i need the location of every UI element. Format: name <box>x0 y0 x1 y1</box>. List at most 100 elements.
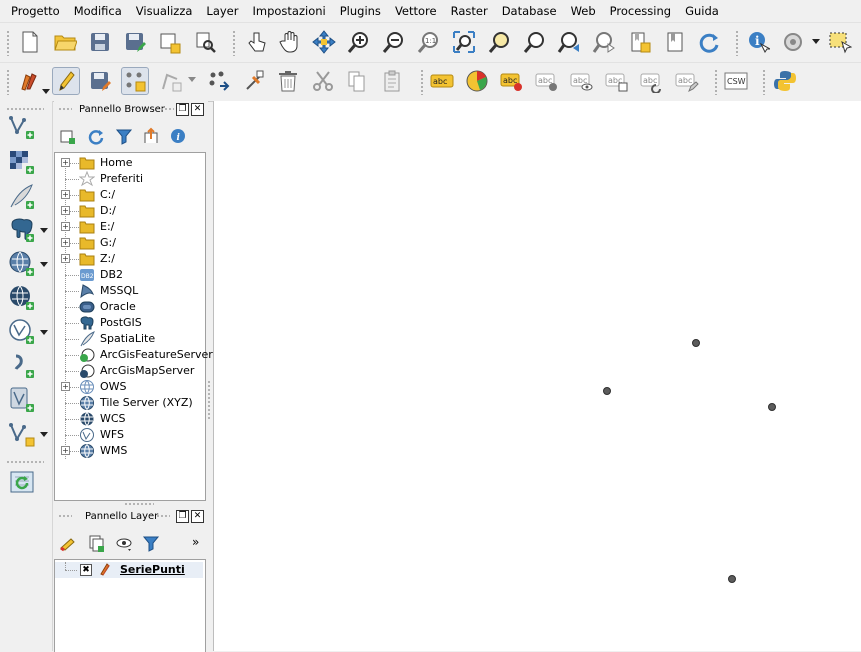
tree-item-c[interactable]: + C:/ <box>55 187 203 203</box>
menu-processing[interactable]: Processing <box>603 0 678 22</box>
menu-progetto[interactable]: Progetto <box>0 0 67 22</box>
move-label-icon[interactable]: abc <box>603 67 631 95</box>
menu-modifica[interactable]: Modifica <box>67 0 129 22</box>
save-as-icon[interactable] <box>121 28 149 56</box>
tree-item-wfs[interactable]: WFS <box>55 427 203 443</box>
save-project-icon[interactable] <box>86 28 114 56</box>
vertex-dropdown-arrow[interactable] <box>188 77 196 82</box>
add-selected-icon[interactable] <box>58 126 78 146</box>
expand-icon[interactable]: + <box>61 206 70 215</box>
menu-visualizza[interactable]: Visualizza <box>129 0 200 22</box>
expand-icon[interactable]: + <box>61 382 70 391</box>
toggle-editing-icon[interactable] <box>52 67 80 95</box>
menu-impostazioni[interactable]: Impostazioni <box>246 0 333 22</box>
tree-item-home[interactable]: + Home <box>55 155 203 171</box>
cut-features-icon[interactable] <box>309 67 337 95</box>
delete-selected-icon[interactable] <box>274 67 302 95</box>
menu-plugins[interactable]: Plugins <box>333 0 388 22</box>
show-bookmarks-icon[interactable] <box>661 28 689 56</box>
add-raster-layer-icon[interactable] <box>7 147 37 177</box>
panel-grip[interactable] <box>160 107 174 111</box>
add-vector-layer-icon[interactable] <box>7 112 37 142</box>
tree-item-preferiti[interactable]: Preferiti <box>55 170 203 187</box>
current-edits-dropdown-arrow[interactable] <box>42 89 50 94</box>
toolbar-grip[interactable] <box>6 30 10 56</box>
browser-tree[interactable]: + Home Preferiti + C:/+ D:/+ E:/+ G:/+ Z:/DB2 DB2… <box>54 152 213 501</box>
browser-panel-titlebar[interactable]: Pannello Browser ❐ ✕ <box>54 101 208 119</box>
change-label-icon[interactable]: abc <box>673 67 701 95</box>
refresh-layers-icon[interactable] <box>7 468 37 498</box>
visibility-icon[interactable] <box>114 533 134 553</box>
add-spatialite-layer-icon[interactable] <box>7 182 37 212</box>
pan-icon[interactable] <box>276 28 304 56</box>
zoom-full-icon[interactable] <box>450 28 478 56</box>
move-feature-icon[interactable] <box>205 67 233 95</box>
zoom-native-icon[interactable]: 1:1 <box>415 28 443 56</box>
tree-item-postgis[interactable]: PostGIS <box>55 315 203 331</box>
new-layer-dropdown-arrow[interactable] <box>40 432 48 437</box>
map-canvas[interactable] <box>213 101 861 651</box>
zoom-layer-icon[interactable] <box>520 28 548 56</box>
menu-raster[interactable]: Raster <box>444 0 495 22</box>
save-edits-icon[interactable] <box>86 67 114 95</box>
tree-item-mssql[interactable]: MSSQL <box>55 283 203 299</box>
float-panel-button[interactable]: ❐ <box>176 510 189 523</box>
expand-icon[interactable]: + <box>61 238 70 247</box>
expand-icon[interactable]: + <box>61 446 70 455</box>
tree-item-arcgisfeatureserver[interactable]: ArcGisFeatureServer <box>55 347 213 363</box>
new-project-icon[interactable] <box>16 28 44 56</box>
panel-grip[interactable] <box>58 514 72 518</box>
tree-item-spatialite[interactable]: SpatiaLite <box>55 331 203 347</box>
filter-icon[interactable] <box>141 533 161 553</box>
menu-layer[interactable]: Layer <box>199 0 245 22</box>
label-abc-icon[interactable]: abc <box>428 67 456 95</box>
copy-features-icon[interactable] <box>343 67 371 95</box>
new-print-layout-icon[interactable] <box>156 28 184 56</box>
identify-icon[interactable]: i <box>744 28 772 56</box>
more-tools-button[interactable]: » <box>192 535 199 549</box>
layer-visibility-checkbox[interactable]: ✖ <box>80 564 92 576</box>
node-tool-icon[interactable] <box>241 67 269 95</box>
add-wcs-layer-icon[interactable] <box>7 283 37 313</box>
wms-dropdown-arrow[interactable] <box>40 262 48 267</box>
add-feature-icon[interactable] <box>121 67 149 95</box>
current-edits-icon[interactable] <box>16 67 44 95</box>
zoom-last-icon[interactable] <box>555 28 583 56</box>
paste-features-icon[interactable] <box>378 67 406 95</box>
filter-icon[interactable] <box>114 126 134 146</box>
dock-splitter[interactable] <box>207 380 211 420</box>
tree-item-tile-server-xyz[interactable]: Tile Server (XYZ) <box>55 395 203 411</box>
add-group-icon[interactable] <box>86 533 106 553</box>
panel-splitter[interactable] <box>124 502 154 506</box>
layout-manager-icon[interactable] <box>191 28 219 56</box>
rotate-label-icon[interactable]: abc <box>638 67 666 95</box>
zoom-out-icon[interactable] <box>380 28 408 56</box>
toolbar-grip[interactable] <box>714 69 718 95</box>
zoom-next-icon[interactable] <box>590 28 618 56</box>
panel-grip[interactable] <box>58 107 72 111</box>
menu-web[interactable]: Web <box>564 0 603 22</box>
vertex-tool-icon[interactable] <box>157 67 185 95</box>
properties-icon[interactable]: i <box>168 126 188 146</box>
touch-icon[interactable] <box>242 28 270 56</box>
menu-vettore[interactable]: Vettore <box>388 0 444 22</box>
wfs-dropdown-arrow[interactable] <box>40 330 48 335</box>
layer-panel-titlebar[interactable]: Pannello Layer ❐ ✕ <box>54 508 208 526</box>
new-bookmark-icon[interactable] <box>626 28 654 56</box>
expand-icon[interactable]: + <box>61 158 70 167</box>
add-wms-layer-icon[interactable] <box>7 249 37 279</box>
tree-item-arcgismapserver[interactable]: ArcGisMapServer <box>55 363 203 379</box>
tree-item-oracle[interactable]: Oracle <box>55 299 203 315</box>
tree-item-wms[interactable]: + WMS <box>55 443 203 459</box>
zoom-selection-icon[interactable] <box>485 28 513 56</box>
show-hide-labels-icon[interactable]: abc <box>533 67 561 95</box>
tree-item-e[interactable]: + E:/ <box>55 219 203 235</box>
tree-item-g[interactable]: + G:/ <box>55 235 203 251</box>
expand-icon[interactable]: + <box>61 254 70 263</box>
postgis-dropdown-arrow[interactable] <box>40 228 48 233</box>
menu-guida[interactable]: Guida <box>678 0 726 22</box>
close-panel-button[interactable]: ✕ <box>191 510 204 523</box>
tree-item-z[interactable]: + Z:/ <box>55 251 203 267</box>
layer-item[interactable]: ✖ SeriePunti <box>55 562 203 578</box>
style-icon[interactable] <box>58 533 78 553</box>
